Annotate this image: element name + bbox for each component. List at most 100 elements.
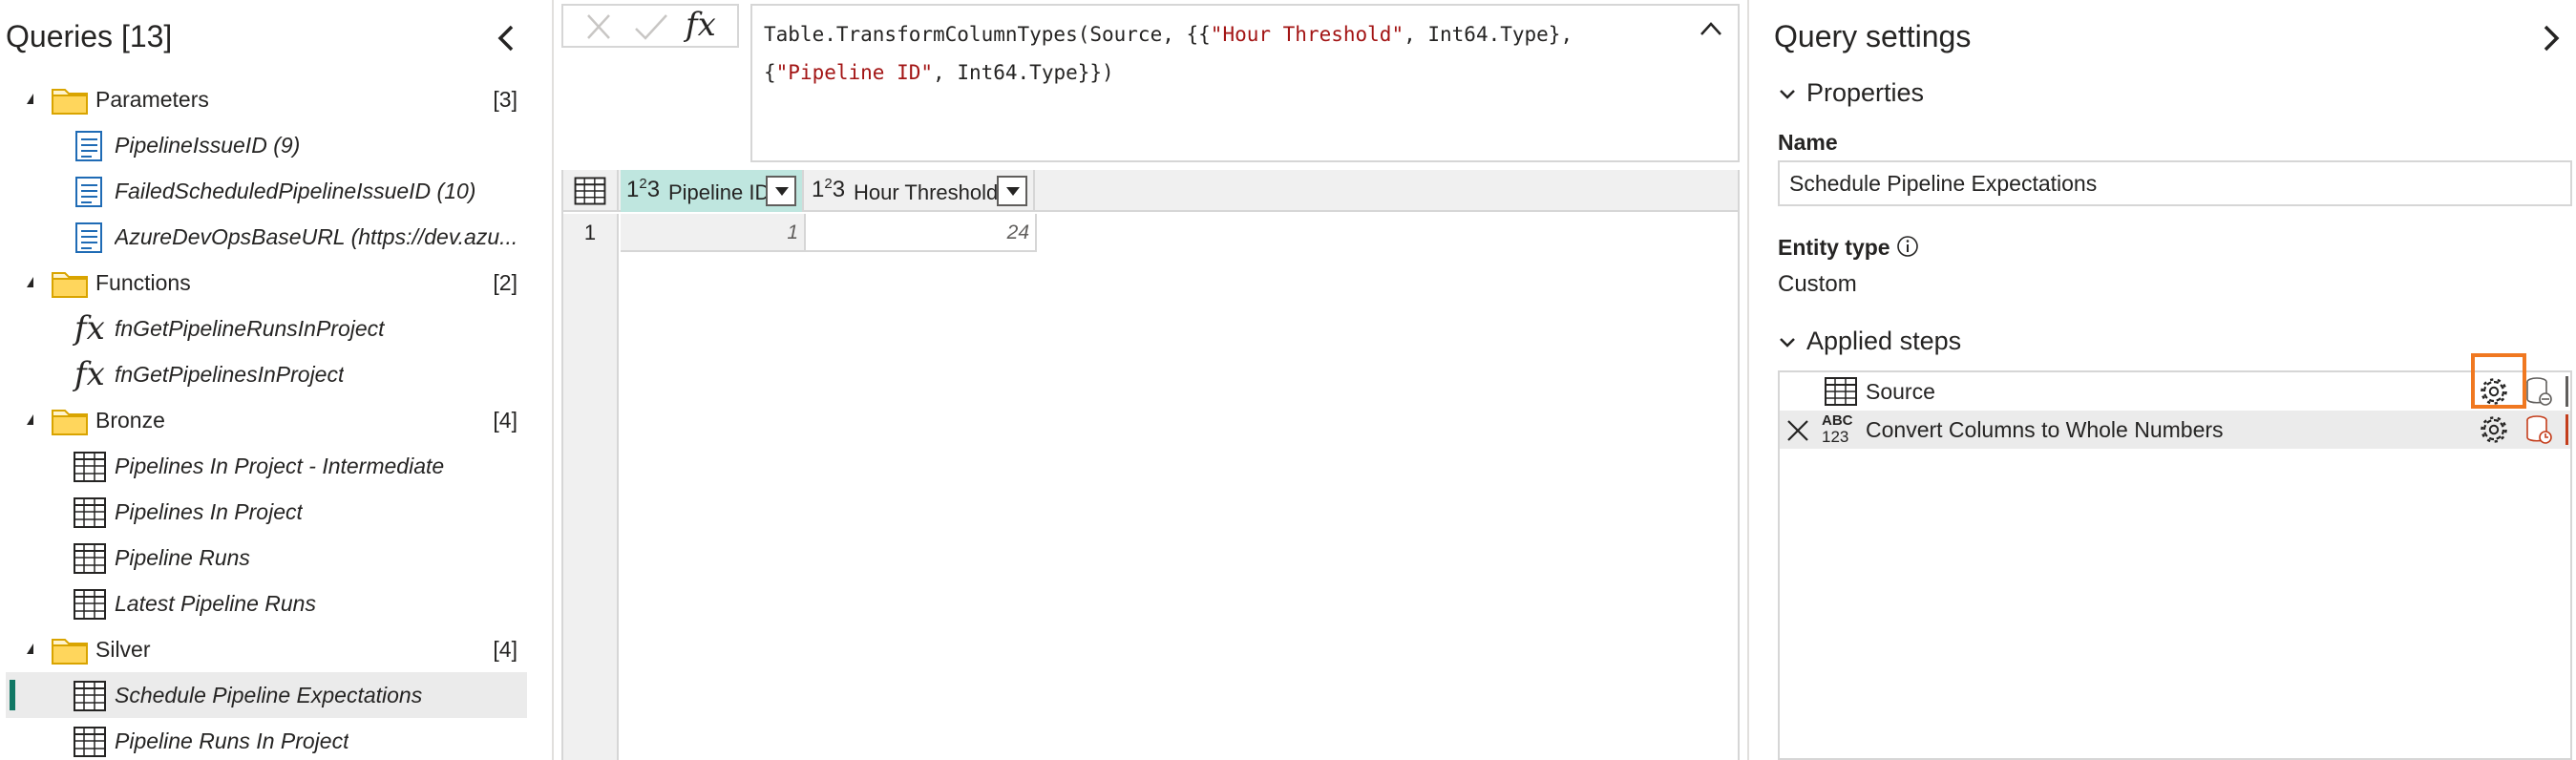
collapse-formula-chevron-up-icon[interactable] [1698, 19, 1724, 38]
formula-editor[interactable]: Table.TransformColumnTypes(Source, {{"Ho… [750, 4, 1740, 162]
step-query-folding-database-icon [2526, 377, 2552, 406]
query-item[interactable]: AzureDevOpsBaseURL (https://dev.azu... [6, 214, 527, 260]
num-text: 123 [1822, 428, 1849, 446]
applied-step-convert-columns[interactable]: ABC 123 Convert Columns to Whole Numbers [1780, 411, 2570, 449]
pane-splitter-left[interactable] [552, 0, 554, 760]
query-label: Pipeline Runs [115, 545, 250, 570]
column-filter-dropdown-button[interactable] [766, 176, 796, 206]
name-label: Name [1778, 130, 1838, 155]
formula-part: { [764, 61, 776, 84]
group-count: [2] [493, 270, 517, 295]
query-name-input[interactable] [1778, 160, 2572, 206]
row-number[interactable]: 1 [563, 214, 617, 252]
query-item[interactable]: FailedScheduledPipelineIssueID (10) [6, 168, 527, 214]
query-settings-title: Query settings [1774, 19, 1972, 53]
table-cell[interactable]: 1 [621, 214, 806, 252]
selection-indicator [10, 680, 15, 710]
group-count: [4] [493, 637, 517, 662]
parameter-icon [75, 222, 102, 253]
query-item-selected[interactable]: Schedule Pipeline Expectations [6, 672, 527, 718]
row-number-column: 1 [563, 214, 619, 760]
query-label: FailedScheduledPipelineIssueID (10) [115, 179, 476, 203]
formula-part: , Int64.Type}, [1404, 23, 1573, 46]
applied-steps-section-header[interactable]: Applied steps [1806, 327, 1961, 356]
function-icon: fx [74, 355, 105, 393]
query-label: fnGetPipelineRunsInProject [115, 316, 385, 341]
query-item[interactable]: fx fnGetPipelinesInProject [6, 351, 527, 397]
commit-formula-check-icon[interactable] [630, 10, 670, 44]
table-icon [74, 452, 106, 482]
folder-icon [52, 639, 88, 665]
group-label: Parameters [95, 87, 209, 112]
table-icon [1825, 377, 1857, 406]
column-name: Hour Threshold [854, 180, 999, 204]
group-expanded-caret-icon[interactable] [27, 644, 33, 654]
query-item[interactable]: Latest Pipeline Runs [6, 581, 527, 626]
column-filter-dropdown-button[interactable] [997, 176, 1027, 206]
function-icon: fx [74, 309, 105, 348]
group-bronze[interactable]: Bronze [4] [6, 397, 527, 443]
group-parameters[interactable]: Parameters [3] [6, 76, 527, 122]
step-label: Source [1866, 379, 1935, 404]
table-icon [74, 727, 106, 757]
abc-123-icon: ABC 123 [1822, 412, 1853, 445]
query-label: AzureDevOpsBaseURL (https://dev.azu... [115, 224, 516, 249]
query-item[interactable]: Pipelines In Project [6, 489, 527, 535]
query-item[interactable]: PipelineIssueID (9) [6, 122, 527, 168]
table-icon [74, 543, 106, 574]
group-expanded-caret-icon[interactable] [27, 94, 33, 104]
parameter-icon [75, 131, 102, 161]
formula-part: Table.TransformColumnTypes(Source, {{ [764, 23, 1211, 46]
applied-step-source[interactable]: Source [1780, 372, 2570, 411]
query-item[interactable]: Pipelines In Project - Intermediate [6, 443, 527, 489]
formula-text[interactable]: Table.TransformColumnTypes(Source, {{"Ho… [764, 15, 1573, 92]
pane-splitter-right[interactable] [1747, 0, 1749, 760]
folder-icon [52, 272, 88, 298]
grid-header: 123 Pipeline ID 123 Hour Threshold [563, 170, 1738, 212]
info-icon[interactable] [1896, 235, 1919, 258]
query-label: Schedule Pipeline Expectations [115, 683, 423, 707]
step-status-bar [2565, 376, 2568, 407]
group-count: [3] [493, 87, 517, 112]
query-item[interactable]: fx fnGetPipelineRunsInProject [6, 306, 527, 351]
queries-title: Queries [13] [6, 19, 173, 53]
group-expanded-caret-icon[interactable] [27, 414, 33, 425]
formula-string: "Pipeline ID" [775, 61, 934, 84]
query-label: PipelineIssueID (9) [115, 133, 301, 158]
table-cell[interactable]: 24 [806, 214, 1037, 252]
gear-highlight-box [2471, 353, 2526, 409]
fx-insert-function-icon[interactable]: fx [686, 6, 726, 44]
table-icon [74, 681, 106, 711]
table-menu-icon[interactable] [563, 170, 619, 212]
abc-text: ABC [1822, 412, 1853, 429]
applied-steps-chevron-down-icon[interactable] [1778, 336, 1797, 349]
column-header-hour-threshold[interactable]: 123 Hour Threshold [806, 170, 1035, 212]
query-item[interactable]: Pipeline Runs [6, 535, 527, 581]
group-expanded-caret-icon[interactable] [27, 277, 33, 287]
applied-steps-list: Source ABC 123 Convert Columns to Whole … [1778, 370, 2572, 760]
group-count: [4] [493, 408, 517, 433]
query-label: Pipeline Runs In Project [115, 728, 349, 753]
group-silver[interactable]: Silver [4] [6, 626, 527, 672]
query-item[interactable]: Pipeline Runs In Project [6, 718, 527, 760]
step-status-bar [2565, 414, 2568, 445]
delete-step-x-icon[interactable] [1785, 418, 1810, 443]
group-label: Functions [95, 270, 191, 295]
collapse-queries-chevron-left-icon[interactable] [491, 21, 523, 55]
step-settings-gear-icon[interactable] [2477, 412, 2511, 447]
query-label: fnGetPipelinesInProject [115, 362, 345, 387]
collapse-settings-chevron-right-icon[interactable] [2534, 21, 2566, 55]
data-grid[interactable]: 123 Pipeline ID 123 Hour Threshold 1 1 2… [561, 170, 1740, 760]
properties-chevron-down-icon[interactable] [1778, 88, 1797, 101]
whole-number-type-icon[interactable]: 123 [626, 176, 660, 203]
table-icon [74, 589, 106, 620]
group-label: Silver [95, 637, 151, 662]
column-header-pipeline-id[interactable]: 123 Pipeline ID [621, 170, 804, 212]
query-label: Pipelines In Project - Intermediate [115, 454, 445, 478]
entity-type-value: Custom [1778, 271, 1857, 297]
properties-section-header[interactable]: Properties [1806, 78, 1924, 108]
query-label: Latest Pipeline Runs [115, 591, 316, 616]
cancel-formula-x-icon[interactable] [579, 10, 619, 44]
group-functions[interactable]: Functions [2] [6, 260, 527, 306]
whole-number-type-icon[interactable]: 123 [812, 176, 845, 203]
